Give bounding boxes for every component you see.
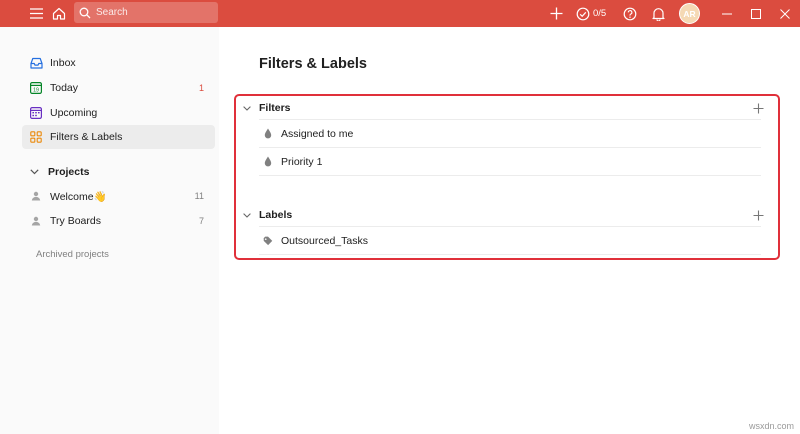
sidebar-item-label: Inbox xyxy=(50,57,76,69)
sidebar-item-label: Upcoming xyxy=(50,107,98,119)
chevron-down-icon xyxy=(30,169,39,175)
projects-header[interactable]: Projects xyxy=(30,164,89,180)
maximize-button[interactable] xyxy=(741,0,771,27)
label-item-outsourced-tasks[interactable]: Outsourced_Tasks xyxy=(259,227,761,255)
labels-section-header[interactable]: Labels xyxy=(243,207,765,223)
label-name: Outsourced_Tasks xyxy=(281,234,368,247)
minimize-button[interactable] xyxy=(712,0,742,27)
filters-section-header[interactable]: Filters xyxy=(243,100,765,116)
top-bar: 0/5 AR xyxy=(0,0,800,27)
archived-projects-link[interactable]: Archived projects xyxy=(36,249,109,260)
sidebar-item-filters-labels[interactable]: Filters & Labels xyxy=(22,125,215,149)
chevron-down-icon[interactable] xyxy=(243,212,253,218)
page-title: Filters & Labels xyxy=(259,56,367,72)
chevron-down-icon[interactable] xyxy=(243,105,253,111)
project-count: 11 xyxy=(194,191,204,201)
project-item-try-boards[interactable]: Try Boards 7 xyxy=(22,209,215,233)
filter-item-assigned-to-me[interactable]: Assigned to me xyxy=(259,120,761,148)
filter-label: Assigned to me xyxy=(281,127,354,140)
filter-item-priority-1[interactable]: Priority 1 xyxy=(259,148,761,176)
help-icon[interactable] xyxy=(622,0,638,27)
search-box[interactable] xyxy=(74,2,218,23)
filters-labels-icon xyxy=(29,130,43,144)
watermark: wsxdn.com xyxy=(748,421,794,431)
labels-header-label: Labels xyxy=(259,209,293,221)
sidebar-item-inbox[interactable]: Inbox xyxy=(22,51,215,75)
home-icon[interactable] xyxy=(51,0,67,27)
drop-icon xyxy=(263,156,273,167)
person-icon xyxy=(29,189,43,203)
menu-icon[interactable] xyxy=(28,0,44,27)
project-count: 7 xyxy=(198,216,204,226)
filters-header-label: Filters xyxy=(259,102,291,114)
sidebar-item-label: Filters & Labels xyxy=(50,131,123,143)
add-task-button[interactable] xyxy=(548,0,564,27)
calendar-today-icon: 19 xyxy=(29,81,43,95)
project-label: Welcome👋 xyxy=(50,190,107,203)
productivity-button[interactable]: 0/5 xyxy=(576,0,606,27)
karma-count: 0/5 xyxy=(593,8,607,19)
person-icon xyxy=(29,214,43,228)
close-button[interactable] xyxy=(770,0,800,27)
drop-icon xyxy=(263,128,273,139)
wave-emoji: 👋 xyxy=(93,190,107,203)
search-icon xyxy=(74,2,96,23)
sidebar: Inbox 19 Today 1 Upcoming Filters & Labe… xyxy=(0,27,219,434)
sidebar-item-label: Today xyxy=(50,82,79,94)
project-label: Try Boards xyxy=(50,215,101,227)
plus-icon xyxy=(550,7,562,20)
productivity-icon xyxy=(576,7,590,20)
svg-text:19: 19 xyxy=(33,87,39,93)
close-icon xyxy=(780,8,790,19)
today-count: 1 xyxy=(198,83,204,93)
add-label-icon[interactable] xyxy=(751,208,765,222)
filter-label: Priority 1 xyxy=(281,155,323,168)
maximize-icon xyxy=(751,8,761,19)
projects-header-label: Projects xyxy=(48,166,90,178)
bell-icon[interactable] xyxy=(650,0,666,27)
minimize-icon xyxy=(722,13,732,14)
project-item-welcome[interactable]: Welcome👋 11 xyxy=(22,184,215,208)
search-input[interactable] xyxy=(96,7,206,18)
inbox-icon xyxy=(29,56,43,70)
calendar-upcoming-icon xyxy=(29,106,43,120)
avatar[interactable]: AR xyxy=(679,3,700,24)
sidebar-item-upcoming[interactable]: Upcoming xyxy=(22,101,215,125)
add-filter-icon[interactable] xyxy=(751,101,765,115)
tag-icon xyxy=(263,236,273,246)
sidebar-item-today[interactable]: 19 Today 1 xyxy=(22,76,215,100)
